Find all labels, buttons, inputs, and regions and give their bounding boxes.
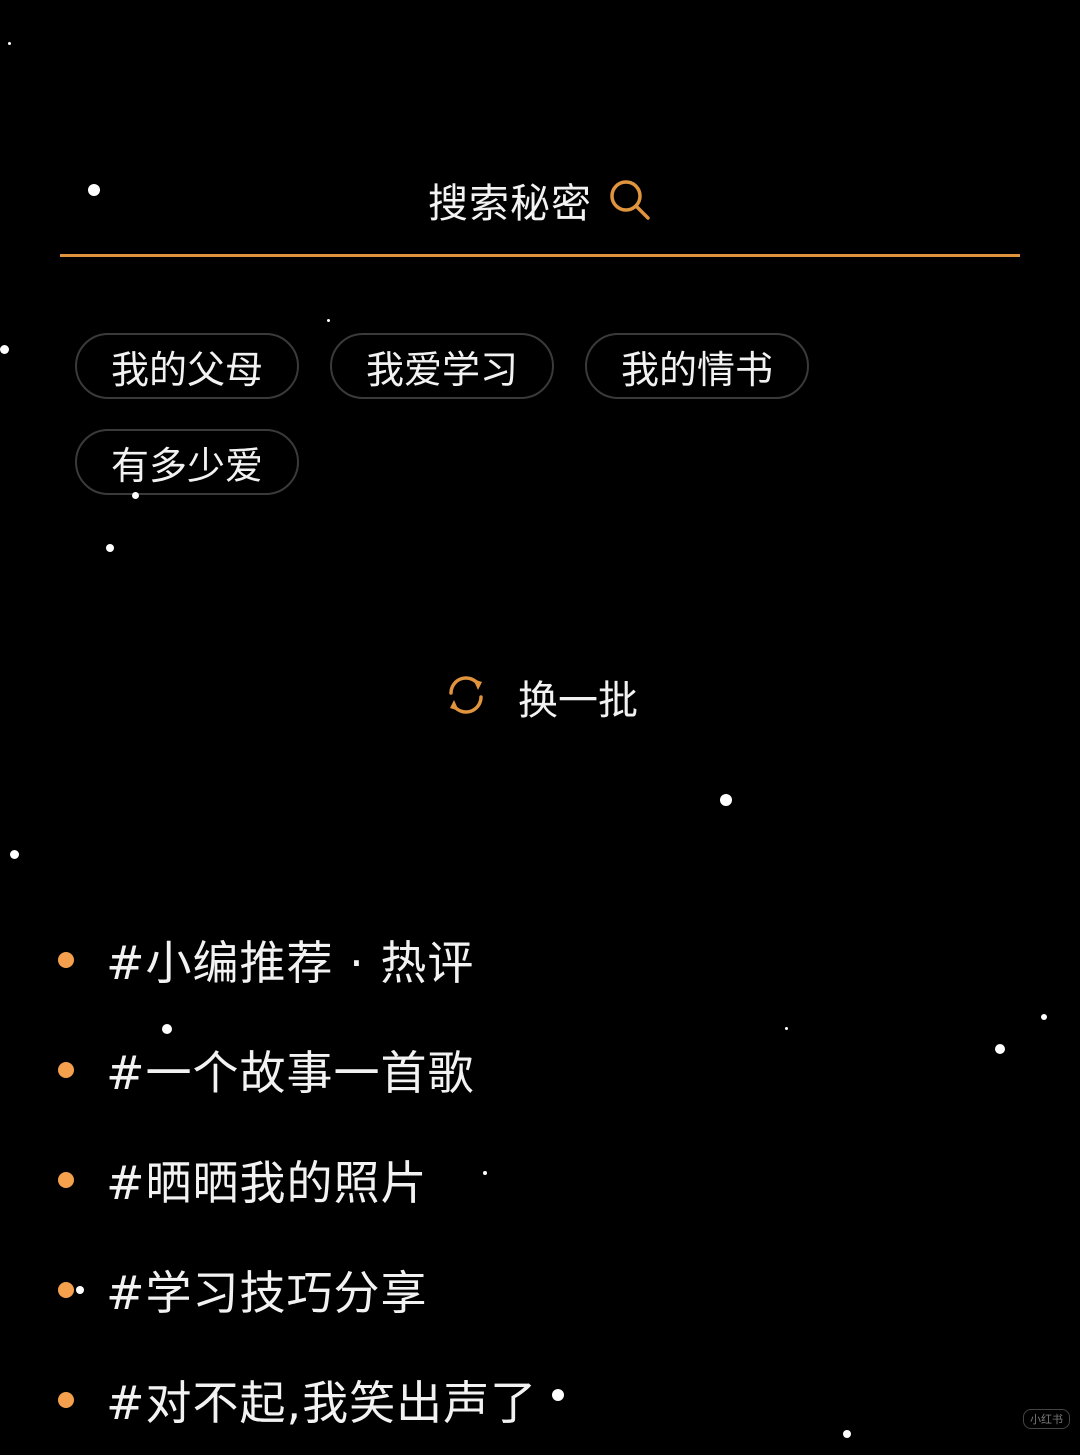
topic-item[interactable]: #晒晒我的照片: [58, 1125, 958, 1235]
topic-list: #小编推荐 · 热评 #一个故事一首歌 #晒晒我的照片 #学习技巧分享 #对不起…: [58, 905, 958, 1455]
star-decoration: [843, 1430, 851, 1438]
star-decoration: [106, 544, 114, 552]
tag-chip[interactable]: 我的父母: [75, 333, 299, 399]
search-bar[interactable]: 搜索秘密: [60, 160, 1020, 240]
topic-label: #小编推荐 · 热评: [106, 936, 475, 990]
topic-label: #学习技巧分享: [106, 1266, 428, 1320]
star-decoration: [0, 345, 9, 354]
star-decoration: [10, 850, 19, 859]
star-decoration: [162, 1024, 172, 1034]
star-decoration: [483, 1171, 487, 1175]
star-decoration: [76, 1286, 84, 1294]
refresh-icon: [442, 671, 490, 723]
star-decoration: [785, 1027, 788, 1030]
star-decoration: [995, 1044, 1005, 1054]
star-decoration: [132, 492, 139, 499]
topic-label: #对不起,我笑出声了: [106, 1376, 538, 1430]
search-underline: [60, 254, 1020, 257]
bullet-dot: [58, 1392, 74, 1408]
topic-item[interactable]: #学习技巧分享: [58, 1235, 958, 1345]
search-icon[interactable]: [608, 178, 652, 222]
topic-item[interactable]: #小编推荐 · 热评: [58, 905, 958, 1015]
refresh-label: 换一批: [518, 678, 638, 724]
star-decoration: [1041, 1014, 1047, 1020]
star-decoration: [720, 794, 732, 806]
bullet-dot: [58, 1062, 74, 1078]
tag-chip[interactable]: 我的情书: [585, 333, 809, 399]
star-decoration: [552, 1389, 564, 1401]
watermark: 小红书: [1023, 1409, 1070, 1429]
star-decoration: [88, 184, 100, 196]
star-decoration: [327, 319, 330, 322]
topic-label: #晒晒我的照片: [106, 1156, 428, 1210]
bullet-dot: [58, 1172, 74, 1188]
tag-list: 我的父母 我爱学习 我的情书 有多少爱: [75, 333, 875, 495]
refresh-button[interactable]: 换一批: [0, 665, 1080, 729]
topic-item[interactable]: #一个故事一首歌: [58, 1015, 958, 1125]
search-label: 搜索秘密: [428, 181, 592, 227]
bullet-dot: [58, 1282, 74, 1298]
star-decoration: [8, 42, 11, 45]
tag-chip[interactable]: 有多少爱: [75, 429, 299, 495]
topic-label: #一个故事一首歌: [106, 1046, 475, 1100]
tag-chip[interactable]: 我爱学习: [330, 333, 554, 399]
bullet-dot: [58, 952, 74, 968]
